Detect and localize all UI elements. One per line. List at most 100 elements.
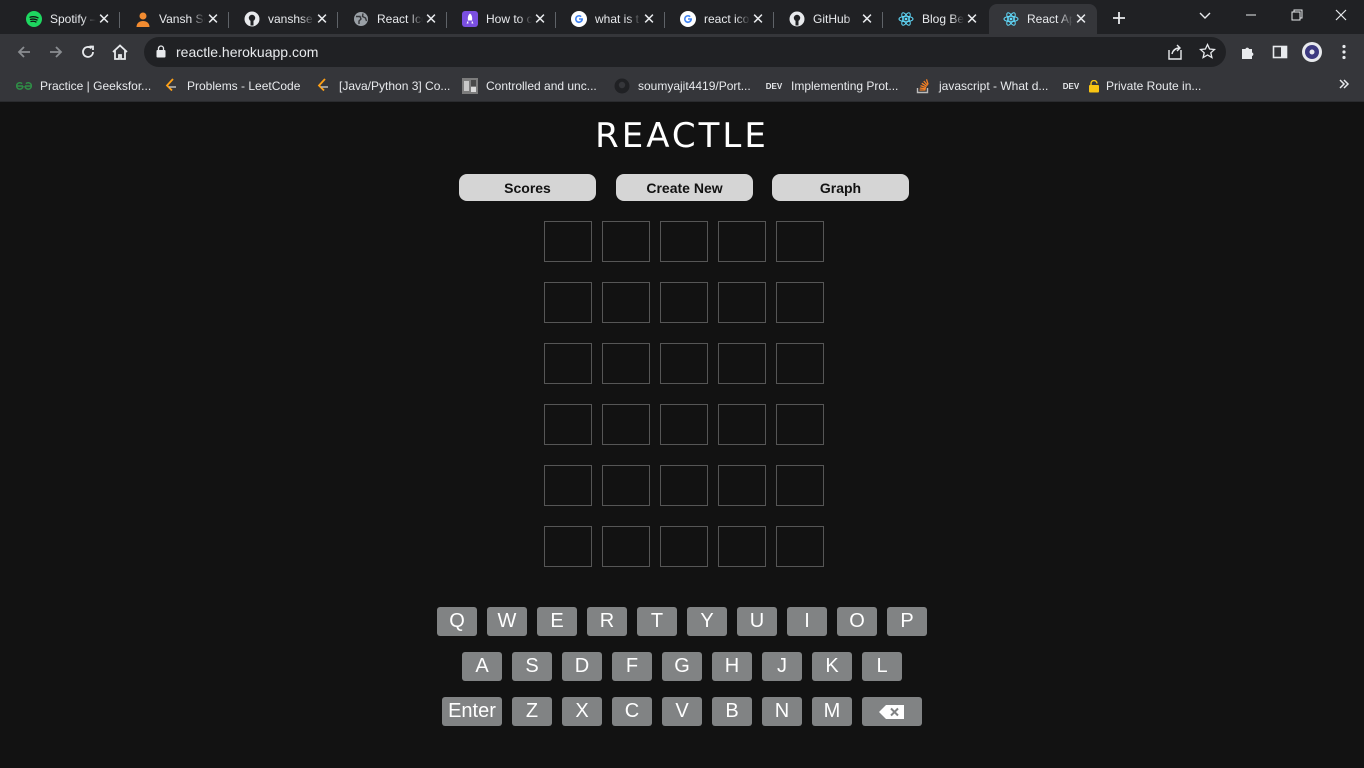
bookmark-geeksforgeeks[interactable]: Practice | Geeksfor...: [16, 77, 151, 95]
close-icon[interactable]: ✕: [750, 11, 766, 28]
tab-strip: Spotify – ✕ Vansh Se ✕ vanshse ✕ React I…: [0, 0, 1364, 34]
bookmark-soumyajit-portfolio[interactable]: soumyajit4419/Port...: [614, 77, 751, 95]
tab-what-is[interactable]: what is t ✕: [557, 4, 665, 34]
tab-divider: [664, 12, 665, 28]
key-x[interactable]: X: [562, 697, 602, 726]
key-b[interactable]: B: [712, 697, 752, 726]
restore-icon: [1291, 9, 1303, 21]
new-tab-button[interactable]: [1106, 5, 1132, 31]
key-u[interactable]: U: [737, 607, 777, 636]
key-k[interactable]: K: [812, 652, 852, 681]
create-new-button[interactable]: Create New: [616, 174, 753, 201]
bookmark-controlled[interactable]: Controlled and unc...: [462, 77, 597, 95]
key-n[interactable]: N: [762, 697, 802, 726]
tab-react-icons-search[interactable]: react ico ✕: [666, 4, 774, 34]
key-y[interactable]: Y: [687, 607, 727, 636]
minimize-button[interactable]: [1228, 0, 1274, 30]
key-e[interactable]: E: [537, 607, 577, 636]
tab-react-icons[interactable]: React Ico ✕: [339, 4, 447, 34]
extensions-button[interactable]: [1234, 38, 1262, 66]
close-icon[interactable]: ✕: [859, 11, 875, 28]
key-v[interactable]: V: [662, 697, 702, 726]
bookmark-label: Controlled and unc...: [486, 79, 597, 93]
browser-toolbar: reactle.herokuapp.com: [0, 34, 1364, 70]
tab-vanshse-github[interactable]: vanshse ✕: [230, 4, 338, 34]
address-bar[interactable]: reactle.herokuapp.com: [144, 37, 1226, 67]
bookmark-leetcode-java-python[interactable]: [Java/Python 3] Co...: [315, 77, 450, 95]
tab-title: vanshse: [268, 12, 313, 26]
grid-row: [544, 343, 824, 384]
keyboard-row-3: Enter Z X C V B N M: [0, 697, 1364, 726]
side-panel-button[interactable]: [1266, 38, 1294, 66]
key-enter[interactable]: Enter: [442, 697, 502, 726]
share-icon[interactable]: [1166, 43, 1184, 66]
close-icon[interactable]: ✕: [205, 11, 221, 28]
grid-row: [544, 404, 824, 445]
letter-cell: [776, 282, 824, 323]
close-icon[interactable]: ✕: [96, 11, 112, 28]
bookmarks-overflow-button[interactable]: [1338, 77, 1350, 93]
key-g[interactable]: G: [662, 652, 702, 681]
key-l[interactable]: L: [862, 652, 902, 681]
letter-cell: [660, 526, 708, 567]
github-icon: [614, 78, 630, 94]
side-panel-icon: [1272, 45, 1288, 59]
bookmark-implementing-prot[interactable]: DEV Implementing Prot...: [765, 77, 899, 95]
close-icon[interactable]: ✕: [423, 11, 439, 28]
guess-grid: [544, 221, 824, 587]
key-t[interactable]: T: [637, 607, 677, 636]
key-a[interactable]: A: [462, 652, 502, 681]
bookmark-private-route[interactable]: DEV Private Route in...: [1062, 77, 1202, 95]
close-icon[interactable]: ✕: [314, 11, 330, 28]
tab-github[interactable]: GitHub ✕: [775, 4, 883, 34]
key-z[interactable]: Z: [512, 697, 552, 726]
restore-button[interactable]: [1274, 0, 1320, 30]
key-s[interactable]: S: [512, 652, 552, 681]
key-f[interactable]: F: [612, 652, 652, 681]
bookmark-javascript[interactable]: javascript - What d...: [915, 77, 1048, 95]
star-icon[interactable]: [1198, 42, 1217, 65]
tab-divider: [773, 12, 774, 28]
grid-row: [544, 282, 824, 323]
key-d[interactable]: D: [562, 652, 602, 681]
close-icon[interactable]: ✕: [964, 11, 980, 28]
key-o[interactable]: O: [837, 607, 877, 636]
forward-button[interactable]: [42, 38, 70, 66]
dev-icon: DEV: [765, 81, 783, 91]
tab-blog[interactable]: Blog Bec ✕: [884, 4, 988, 34]
key-j[interactable]: J: [762, 652, 802, 681]
back-button[interactable]: [10, 38, 38, 66]
bookmark-leetcode-problems[interactable]: Problems - LeetCode: [163, 77, 300, 95]
tab-spotify[interactable]: Spotify – ✕: [12, 4, 120, 34]
home-button[interactable]: [106, 38, 134, 66]
close-window-button[interactable]: [1318, 0, 1364, 30]
profile-avatar[interactable]: [1298, 38, 1326, 66]
key-backspace[interactable]: [862, 697, 922, 726]
key-r[interactable]: R: [587, 607, 627, 636]
key-m[interactable]: M: [812, 697, 852, 726]
key-w[interactable]: W: [487, 607, 527, 636]
reload-button[interactable]: [74, 38, 102, 66]
avatar-icon: [1302, 42, 1322, 62]
google-icon: [680, 11, 696, 27]
key-i[interactable]: I: [787, 607, 827, 636]
key-p[interactable]: P: [887, 607, 927, 636]
tab-vansh[interactable]: Vansh Se ✕: [121, 4, 229, 34]
letter-cell: [776, 221, 824, 262]
menu-button[interactable]: [1330, 38, 1358, 66]
close-icon[interactable]: ✕: [532, 11, 548, 28]
tab-how-to[interactable]: How to c ✕: [448, 4, 556, 34]
key-q[interactable]: Q: [437, 607, 477, 636]
close-icon[interactable]: ✕: [641, 11, 657, 28]
graph-button[interactable]: Graph: [772, 174, 909, 201]
bookmark-label: Implementing Prot...: [791, 79, 899, 93]
bookmark-label: Private Route in...: [1106, 79, 1202, 93]
key-c[interactable]: C: [612, 697, 652, 726]
scores-button[interactable]: Scores: [459, 174, 596, 201]
tab-search-button[interactable]: [1182, 0, 1228, 30]
key-h[interactable]: H: [712, 652, 752, 681]
letter-cell: [544, 404, 592, 445]
geeksforgeeks-icon: [16, 78, 32, 94]
close-icon[interactable]: ✕: [1073, 11, 1089, 28]
tab-react-app[interactable]: React Ap ✕: [989, 4, 1097, 34]
